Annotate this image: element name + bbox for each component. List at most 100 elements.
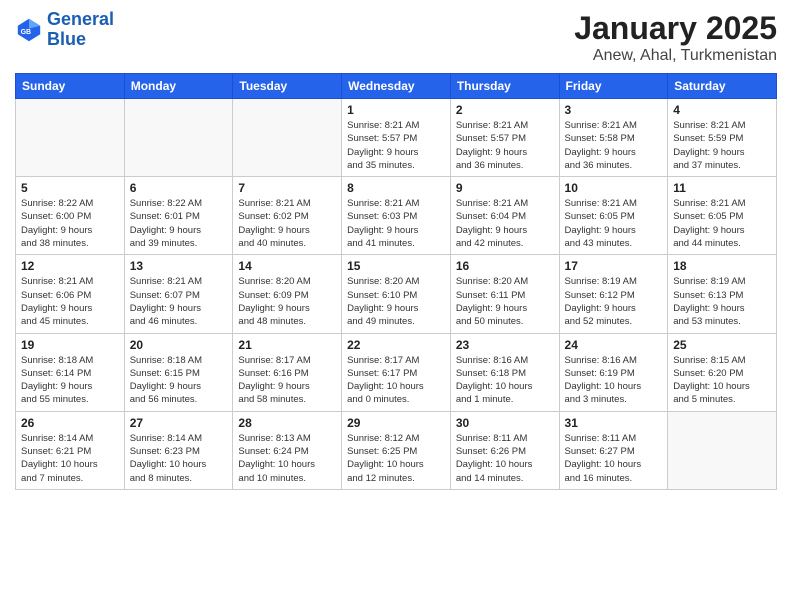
day-info: Sunrise: 8:17 AM Sunset: 6:16 PM Dayligh…	[238, 354, 336, 407]
day-number: 27	[130, 416, 228, 430]
day-info: Sunrise: 8:21 AM Sunset: 6:06 PM Dayligh…	[21, 275, 119, 328]
day-number: 29	[347, 416, 445, 430]
day-info: Sunrise: 8:19 AM Sunset: 6:12 PM Dayligh…	[565, 275, 663, 328]
calendar-cell: 14 Sunrise: 8:20 AM Sunset: 6:09 PM Dayli…	[233, 255, 342, 333]
calendar-cell: 18Sunrise: 8:19 AM Sunset: 6:13 PM Dayli…	[668, 255, 777, 333]
calendar-cell: 13 Sunrise: 8:21 AM Sunset: 6:07 PM Dayli…	[124, 255, 233, 333]
day-info: Sunrise: 8:21 AM Sunset: 5:57 PM Dayligh…	[456, 119, 554, 172]
day-number: 23	[456, 338, 554, 352]
calendar-cell: 6 Sunrise: 8:22 AM Sunset: 6:01 PM Daylig…	[124, 177, 233, 255]
day-number: 20	[130, 338, 228, 352]
calendar-cell	[16, 99, 125, 177]
day-number: 21	[238, 338, 336, 352]
day-info: Sunrise: 8:22 AM Sunset: 6:01 PM Dayligh…	[130, 197, 228, 250]
calendar-cell: 15 Sunrise: 8:20 AM Sunset: 6:10 PM Dayli…	[342, 255, 451, 333]
calendar-cell: 10Sunrise: 8:21 AM Sunset: 6:05 PM Dayli…	[559, 177, 668, 255]
day-number: 30	[456, 416, 554, 430]
header-tuesday: Tuesday	[233, 74, 342, 99]
header-sunday: Sunday	[16, 74, 125, 99]
day-number: 15	[347, 259, 445, 273]
day-number: 25	[673, 338, 771, 352]
day-info: Sunrise: 8:21 AM Sunset: 6:05 PM Dayligh…	[673, 197, 771, 250]
calendar-cell: 3 Sunrise: 8:21 AM Sunset: 5:58 PM Daylig…	[559, 99, 668, 177]
day-number: 13	[130, 259, 228, 273]
calendar-cell: 29 Sunrise: 8:12 AM Sunset: 6:25 PM Dayli…	[342, 411, 451, 489]
calendar-cell: 7 Sunrise: 8:21 AM Sunset: 6:02 PM Daylig…	[233, 177, 342, 255]
day-info: Sunrise: 8:14 AM Sunset: 6:23 PM Dayligh…	[130, 432, 228, 485]
day-info: Sunrise: 8:11 AM Sunset: 6:26 PM Dayligh…	[456, 432, 554, 485]
day-number: 6	[130, 181, 228, 195]
day-number: 12	[21, 259, 119, 273]
day-number: 16	[456, 259, 554, 273]
day-info: Sunrise: 8:14 AM Sunset: 6:21 PM Dayligh…	[21, 432, 119, 485]
calendar-cell: 24Sunrise: 8:16 AM Sunset: 6:19 PM Dayli…	[559, 333, 668, 411]
calendar-cell: 23 Sunrise: 8:16 AM Sunset: 6:18 PM Dayli…	[450, 333, 559, 411]
calendar-cell	[124, 99, 233, 177]
day-info: Sunrise: 8:22 AM Sunset: 6:00 PM Dayligh…	[21, 197, 119, 250]
day-number: 22	[347, 338, 445, 352]
calendar-cell: 20 Sunrise: 8:18 AM Sunset: 6:15 PM Dayli…	[124, 333, 233, 411]
day-number: 17	[565, 259, 663, 273]
day-number: 31	[565, 416, 663, 430]
day-info: Sunrise: 8:20 AM Sunset: 6:09 PM Dayligh…	[238, 275, 336, 328]
day-number: 4	[673, 103, 771, 117]
calendar-cell	[233, 99, 342, 177]
calendar-cell: 22 Sunrise: 8:17 AM Sunset: 6:17 PM Dayli…	[342, 333, 451, 411]
day-info: Sunrise: 8:18 AM Sunset: 6:14 PM Dayligh…	[21, 354, 119, 407]
calendar-cell: 19 Sunrise: 8:18 AM Sunset: 6:14 PM Dayli…	[16, 333, 125, 411]
day-info: Sunrise: 8:12 AM Sunset: 6:25 PM Dayligh…	[347, 432, 445, 485]
day-number: 18	[673, 259, 771, 273]
day-info: Sunrise: 8:17 AM Sunset: 6:17 PM Dayligh…	[347, 354, 445, 407]
day-number: 24	[565, 338, 663, 352]
day-info: Sunrise: 8:21 AM Sunset: 6:03 PM Dayligh…	[347, 197, 445, 250]
week-row-3: 12 Sunrise: 8:21 AM Sunset: 6:06 PM Dayli…	[16, 255, 777, 333]
day-number: 26	[21, 416, 119, 430]
calendar-table: Sunday Monday Tuesday Wednesday Thursday…	[15, 73, 777, 490]
calendar-subtitle: Anew, Ahal, Turkmenistan	[574, 47, 777, 65]
calendar-cell: 1 Sunrise: 8:21 AM Sunset: 5:57 PM Daylig…	[342, 99, 451, 177]
calendar-title: January 2025	[574, 10, 777, 47]
day-info: Sunrise: 8:21 AM Sunset: 5:57 PM Dayligh…	[347, 119, 445, 172]
header-monday: Monday	[124, 74, 233, 99]
day-number: 1	[347, 103, 445, 117]
calendar-cell: 28Sunrise: 8:13 AM Sunset: 6:24 PM Dayli…	[233, 411, 342, 489]
header-wednesday: Wednesday	[342, 74, 451, 99]
day-info: Sunrise: 8:21 AM Sunset: 5:58 PM Dayligh…	[565, 119, 663, 172]
calendar-cell: 31 Sunrise: 8:11 AM Sunset: 6:27 PM Dayli…	[559, 411, 668, 489]
day-info: Sunrise: 8:18 AM Sunset: 6:15 PM Dayligh…	[130, 354, 228, 407]
day-number: 8	[347, 181, 445, 195]
week-row-1: 1 Sunrise: 8:21 AM Sunset: 5:57 PM Daylig…	[16, 99, 777, 177]
logo-text: General Blue	[47, 10, 114, 50]
day-number: 7	[238, 181, 336, 195]
logo: GB General Blue	[15, 10, 114, 50]
logo-line2: Blue	[47, 30, 114, 50]
day-number: 14	[238, 259, 336, 273]
day-info: Sunrise: 8:16 AM Sunset: 6:18 PM Dayligh…	[456, 354, 554, 407]
header-friday: Friday	[559, 74, 668, 99]
week-row-2: 5Sunrise: 8:22 AM Sunset: 6:00 PM Daylig…	[16, 177, 777, 255]
calendar-cell: 17 Sunrise: 8:19 AM Sunset: 6:12 PM Dayli…	[559, 255, 668, 333]
day-info: Sunrise: 8:11 AM Sunset: 6:27 PM Dayligh…	[565, 432, 663, 485]
day-info: Sunrise: 8:21 AM Sunset: 6:04 PM Dayligh…	[456, 197, 554, 250]
svg-text:GB: GB	[21, 29, 32, 36]
day-number: 3	[565, 103, 663, 117]
day-info: Sunrise: 8:21 AM Sunset: 6:07 PM Dayligh…	[130, 275, 228, 328]
calendar-cell: 5Sunrise: 8:22 AM Sunset: 6:00 PM Daylig…	[16, 177, 125, 255]
day-info: Sunrise: 8:21 AM Sunset: 6:02 PM Dayligh…	[238, 197, 336, 250]
day-info: Sunrise: 8:20 AM Sunset: 6:11 PM Dayligh…	[456, 275, 554, 328]
week-row-5: 26 Sunrise: 8:14 AM Sunset: 6:21 PM Dayli…	[16, 411, 777, 489]
calendar-cell: 8 Sunrise: 8:21 AM Sunset: 6:03 PM Daylig…	[342, 177, 451, 255]
day-info: Sunrise: 8:15 AM Sunset: 6:20 PM Dayligh…	[673, 354, 771, 407]
page: GB General Blue January 2025 Anew, Ahal,…	[0, 0, 792, 612]
day-number: 2	[456, 103, 554, 117]
header: GB General Blue January 2025 Anew, Ahal,…	[15, 10, 777, 65]
header-saturday: Saturday	[668, 74, 777, 99]
calendar-cell: 27 Sunrise: 8:14 AM Sunset: 6:23 PM Dayli…	[124, 411, 233, 489]
day-info: Sunrise: 8:20 AM Sunset: 6:10 PM Dayligh…	[347, 275, 445, 328]
calendar-cell	[668, 411, 777, 489]
logo-icon: GB	[15, 16, 43, 44]
calendar-cell: 21 Sunrise: 8:17 AM Sunset: 6:16 PM Dayli…	[233, 333, 342, 411]
calendar-cell: 12 Sunrise: 8:21 AM Sunset: 6:06 PM Dayli…	[16, 255, 125, 333]
day-number: 19	[21, 338, 119, 352]
day-info: Sunrise: 8:13 AM Sunset: 6:24 PM Dayligh…	[238, 432, 336, 485]
